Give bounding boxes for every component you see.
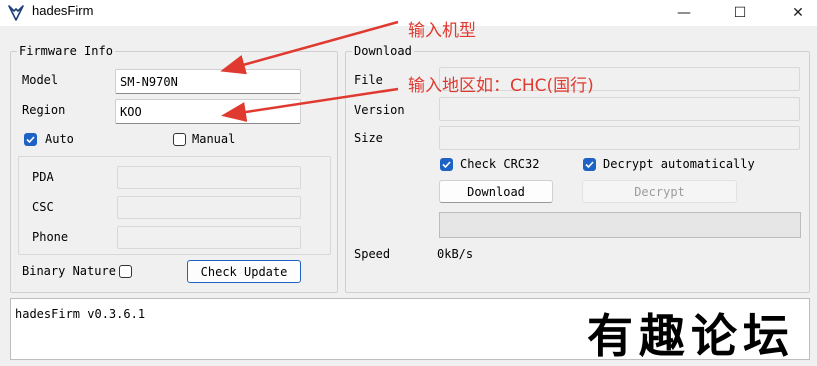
- region-hint-arrow: [221, 87, 399, 122]
- model-hint-arrow: [220, 20, 399, 75]
- watermark-text: 有趣论坛: [587, 309, 795, 363]
- region-hint-annotation: 输入地区如：CHC(国行): [408, 76, 594, 96]
- model-hint-annotation: 输入机型: [408, 21, 476, 41]
